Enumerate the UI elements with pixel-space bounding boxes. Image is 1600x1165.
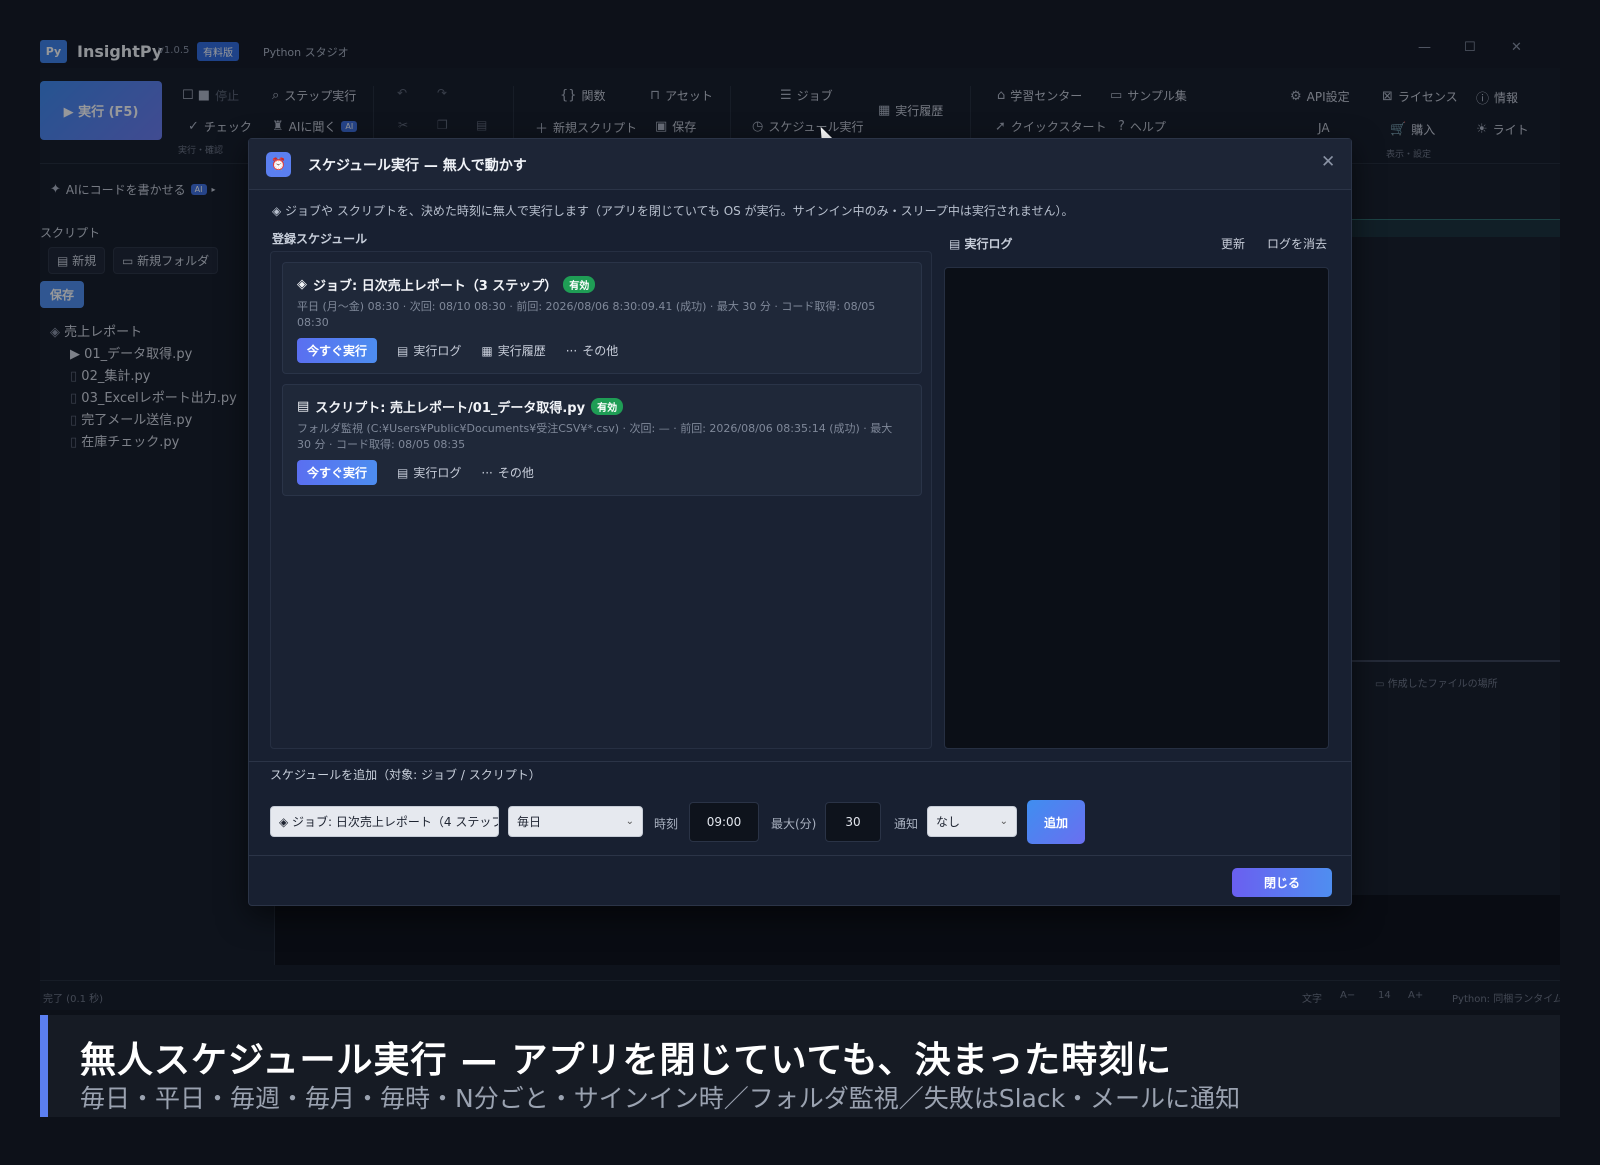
schedule-card-title: ▤ スクリプト: 売上レポート/01_データ取得.py 有効 bbox=[297, 397, 624, 416]
max-minutes-input[interactable]: 30 bbox=[825, 802, 881, 842]
close-dialog-button[interactable]: 閉じる bbox=[1232, 868, 1332, 897]
ellipsis-icon: ··· bbox=[565, 343, 578, 358]
log-output bbox=[944, 267, 1329, 749]
run-now-button[interactable]: 今すぐ実行 bbox=[297, 460, 378, 485]
status-badge: 有効 bbox=[563, 276, 596, 293]
chart-icon: ▦ bbox=[481, 343, 493, 358]
notify-select[interactable]: なし ⌄ bbox=[927, 806, 1017, 837]
schedule-card: ◈ ジョブ: 日次売上レポート（3 ステップ） 有効 平日 (月〜金) 08:3… bbox=[282, 262, 922, 374]
caption-banner: 無人スケジュール実行 — アプリを閉じていても、決まった時刻に 毎日・平日・毎週… bbox=[40, 1015, 1560, 1117]
dialog-title: スケジュール実行 — 無人で動かす bbox=[308, 158, 527, 174]
dialog-header: ⏰ スケジュール実行 — 無人で動かす ✕ bbox=[249, 139, 1351, 190]
caption-title: 無人スケジュール実行 — アプリを閉じていても、決まった時刻に bbox=[80, 1040, 1173, 1081]
add-schedule-label: スケジュールを追加（対象: ジョブ / スクリプト） bbox=[270, 768, 541, 782]
alarm-clock-icon: ⏰ bbox=[266, 152, 291, 177]
time-label: 時刻 bbox=[654, 817, 679, 831]
status-badge: 有効 bbox=[591, 398, 624, 415]
max-minutes-label: 最大(分) bbox=[771, 817, 817, 831]
package-icon: ◈ bbox=[279, 814, 293, 829]
more-button[interactable]: ··· その他 bbox=[566, 342, 618, 359]
chevron-down-icon: ⌄ bbox=[625, 816, 634, 827]
add-schedule-button[interactable]: 追加 bbox=[1027, 800, 1085, 844]
package-icon: ◈ bbox=[272, 204, 286, 218]
document-icon: ▤ bbox=[397, 343, 409, 358]
schedule-card-title: ◈ ジョブ: 日次売上レポート（3 ステップ） 有効 bbox=[297, 275, 596, 294]
schedule-list: ◈ ジョブ: 日次売上レポート（3 ステップ） 有効 平日 (月〜金) 08:3… bbox=[270, 251, 932, 749]
caption-subtitle: 毎日・平日・毎週・毎月・毎時・N分ごと・サインイン時／フォルダ監視／失敗はSla… bbox=[80, 1084, 1241, 1113]
schedule-card-actions: 今すぐ実行 ▤ 実行ログ ▦ 実行履歴 ··· その他 bbox=[297, 338, 618, 363]
schedule-dialog: ⏰ スケジュール実行 — 無人で動かす ✕ ◈ ジョブや スクリプトを、決めた時… bbox=[248, 138, 1352, 906]
time-input[interactable]: 09:00 bbox=[689, 802, 759, 842]
package-icon: ◈ bbox=[297, 277, 307, 292]
close-icon[interactable]: ✕ bbox=[1321, 152, 1335, 172]
more-button[interactable]: ··· その他 bbox=[481, 464, 533, 481]
document-icon: ▤ bbox=[397, 465, 409, 480]
run-log-button[interactable]: ▤ 実行ログ bbox=[397, 464, 461, 481]
clear-log-button[interactable]: ログを消去 bbox=[1267, 235, 1327, 252]
run-now-button[interactable]: 今すぐ実行 bbox=[297, 338, 378, 363]
target-select[interactable]: ◈ ジョブ: 日次売上レポート（4 ステップ⌄ bbox=[270, 806, 499, 837]
schedule-card: ▤ スクリプト: 売上レポート/01_データ取得.py 有効 フォルダ監視 (C… bbox=[282, 384, 922, 496]
refresh-button[interactable]: 更新 bbox=[1221, 235, 1245, 252]
notify-label: 通知 bbox=[894, 817, 919, 831]
dialog-divider bbox=[249, 761, 1351, 762]
schedule-card-meta: フォルダ監視 (C:¥Users¥Public¥Documents¥受注CSV¥… bbox=[297, 422, 893, 451]
frequency-select[interactable]: 毎日 ⌄ bbox=[508, 806, 643, 837]
log-title: ▤ 実行ログ bbox=[949, 237, 1013, 251]
dialog-footer-divider bbox=[249, 855, 1351, 856]
run-log-button[interactable]: ▤ 実行ログ bbox=[397, 342, 461, 359]
registered-schedules-title: 登録スケジュール bbox=[272, 232, 368, 246]
document-icon: ▤ bbox=[949, 237, 965, 251]
dialog-description: ◈ ジョブや スクリプトを、決めた時刻に無人で実行します（アプリを閉じていても … bbox=[272, 204, 1074, 218]
document-icon: ▤ bbox=[297, 399, 310, 414]
schedule-card-actions: 今すぐ実行 ▤ 実行ログ ··· その他 bbox=[297, 460, 534, 485]
schedule-card-meta: 平日 (月〜金) 08:30 · 次回: 08/10 08:30 · 前回: 2… bbox=[297, 300, 876, 329]
chevron-down-icon: ⌄ bbox=[999, 816, 1008, 827]
ellipsis-icon: ··· bbox=[481, 465, 493, 480]
run-history-link[interactable]: ▦ 実行履歴 bbox=[481, 342, 545, 359]
